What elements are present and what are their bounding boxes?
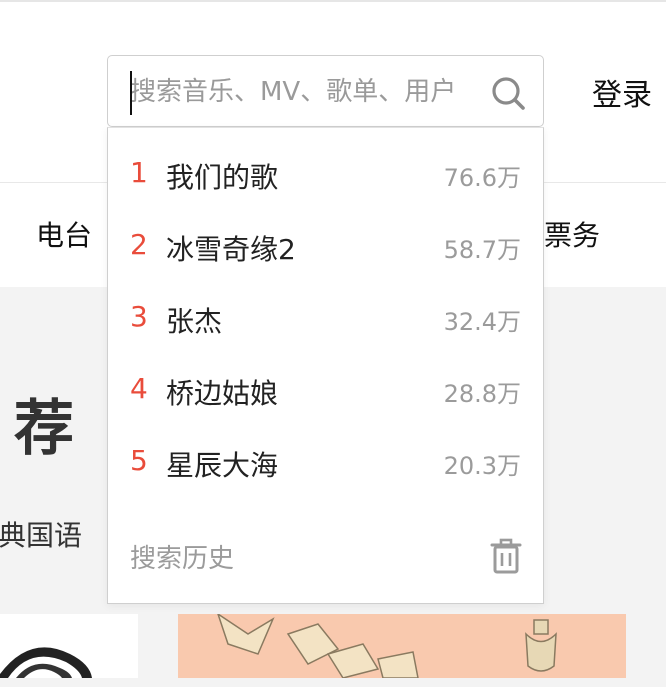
hot-title: 我们的歌 (166, 161, 279, 194)
text-caret (130, 71, 132, 115)
album-art-stripes (0, 647, 92, 678)
hot-search-item[interactable]: 4 桥边姑娘 28.8万 (108, 356, 543, 428)
hot-title: 冰雪奇缘2 (166, 233, 296, 266)
hot-rank: 2 (130, 228, 148, 261)
hot-count: 28.8万 (443, 380, 521, 408)
hot-rank: 1 (130, 156, 148, 189)
hot-title: 桥边姑娘 (166, 377, 279, 410)
nav-item-radio[interactable]: 电台 (36, 214, 92, 254)
hot-search-item[interactable]: 1 我们的歌 76.6万 (108, 140, 543, 212)
hot-title: 星辰大海 (166, 449, 279, 482)
hot-count: 58.7万 (443, 236, 521, 264)
hot-count: 32.4万 (443, 308, 521, 336)
hot-title: 张杰 (166, 305, 223, 338)
hot-rank: 5 (130, 444, 148, 477)
login-link[interactable]: 登录 (592, 70, 652, 114)
search-suggestions-dropdown: 1 我们的歌 76.6万 2 冰雪奇缘2 58.7万 3 张杰 32.4万 4 … (107, 127, 544, 604)
album-thumbnail[interactable] (0, 614, 138, 678)
search-history-label: 搜索历史 (130, 544, 235, 574)
hot-search-item[interactable]: 3 张杰 32.4万 (108, 284, 543, 356)
nav-item-tickets[interactable]: 票务 (544, 214, 600, 254)
playlist-art-illustration (217, 614, 557, 678)
section-heading: 荐 (14, 394, 74, 464)
search-input[interactable] (130, 72, 490, 112)
hot-count: 20.3万 (443, 452, 521, 480)
top-border (0, 0, 666, 2)
search-icon[interactable] (490, 75, 526, 111)
hot-search-item[interactable]: 2 冰雪奇缘2 58.7万 (108, 212, 543, 284)
playlist-thumbnail[interactable] (178, 614, 626, 678)
hot-rank: 4 (130, 372, 148, 405)
hot-count: 76.6万 (443, 164, 521, 192)
search-box[interactable] (107, 55, 544, 127)
hot-rank: 3 (130, 300, 148, 333)
hot-search-item[interactable]: 5 星辰大海 20.3万 (108, 428, 543, 500)
trash-icon[interactable] (489, 538, 523, 574)
section-subheading[interactable]: 典国语 (0, 514, 82, 554)
